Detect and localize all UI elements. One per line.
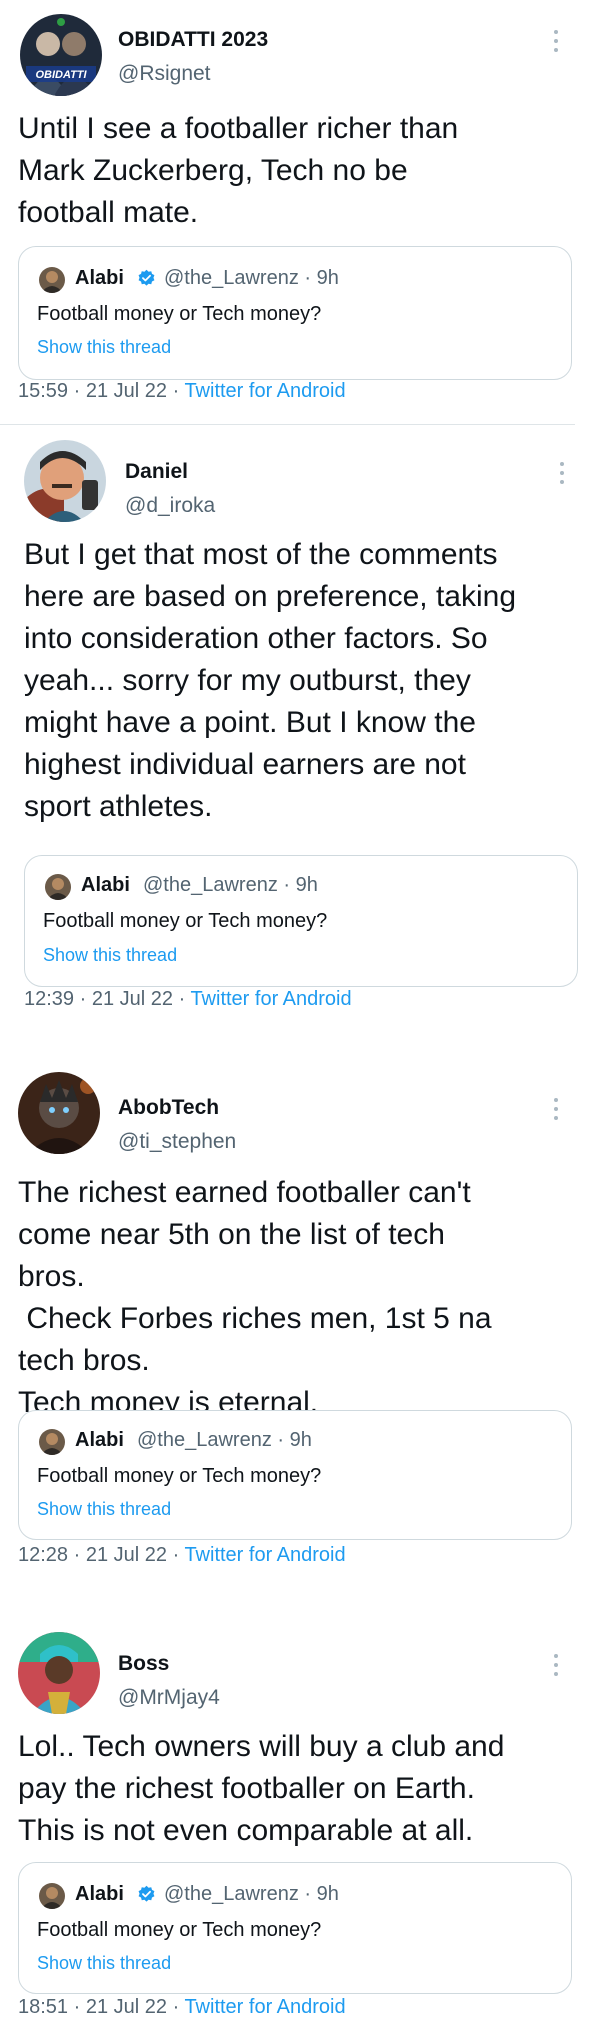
tweet-text: Lol.. Tech owners will buy a club and pa… (18, 1730, 505, 1847)
quoted-author-name: Alabi (75, 1883, 124, 1905)
quoted-text: Football money or Tech money? (37, 1465, 322, 1487)
tweet-date: 21 Jul 22 (85, 1996, 168, 2018)
tweet-daniel[interactable]: Daniel @d_iroka But I get that most of t… (0, 430, 600, 1020)
author-name[interactable]: Daniel (125, 460, 188, 484)
more-options-icon[interactable] (552, 1654, 560, 1682)
tweet-text: The richest earned footballer can't come… (18, 1176, 492, 1419)
avatar[interactable] (18, 1072, 100, 1154)
avatar-image (18, 1632, 100, 1714)
author-name[interactable]: OBIDATTI 2023 (118, 28, 268, 52)
tweet-source-link[interactable]: Twitter for Android (184, 1996, 345, 2018)
quoted-avatar (39, 1883, 65, 1909)
tweet-time: 12:28 (18, 1544, 69, 1566)
avatar-image (24, 440, 106, 522)
tweet-source-link[interactable]: Twitter for Android (184, 1544, 345, 1566)
show-thread-link[interactable]: Show this thread (37, 337, 171, 358)
show-thread-link[interactable]: Show this thread (37, 1953, 171, 1974)
quoted-tweet[interactable]: Alabi @the_Lawrenz · 9h Football money o… (18, 246, 572, 380)
author-handle[interactable]: @d_iroka (125, 494, 215, 518)
verified-badge-icon (138, 269, 155, 286)
quoted-avatar (45, 874, 71, 900)
quoted-handle-time: @the_Lawrenz · 9h (164, 1883, 339, 1905)
quoted-handle-time: @the_Lawrenz · 9h (143, 874, 318, 896)
quoted-text: Football money or Tech money? (37, 1919, 322, 1941)
quoted-text: Football money or Tech money? (37, 303, 322, 325)
tweet-boss[interactable]: Boss @MrMjay4 Lol.. Tech owners will buy… (0, 1620, 600, 2036)
quoted-tweet[interactable]: Alabi @the_Lawrenz · 9h Football money o… (18, 1862, 572, 1994)
quoted-tweet[interactable]: Alabi @the_Lawrenz · 9h Football money o… (24, 855, 578, 987)
author-name[interactable]: Boss (118, 1652, 169, 1676)
quoted-tweet[interactable]: Alabi @the_Lawrenz · 9h Football money o… (18, 1410, 572, 1540)
divider (0, 424, 575, 425)
tweet-obidatti[interactable]: OBIDATTI OBIDATTI 2023 @Rsignet Until I … (0, 0, 600, 428)
author-name[interactable]: AbobTech (118, 1096, 219, 1120)
avatar[interactable] (18, 1632, 100, 1714)
tweet-abobtech[interactable]: AbobTech @ti_stephen The richest earned … (0, 1060, 600, 1590)
author-handle[interactable]: @MrMjay4 (118, 1686, 220, 1710)
tweet-text: Until I see a footballer richer than Mar… (18, 112, 459, 229)
show-thread-link[interactable]: Show this thread (43, 945, 177, 966)
show-thread-link[interactable]: Show this thread (37, 1499, 171, 1520)
tweet-source-link[interactable]: Twitter for Android (190, 988, 351, 1010)
quoted-avatar (39, 267, 65, 293)
quoted-author-name: Alabi (75, 1429, 124, 1451)
quoted-text: Football money or Tech money? (43, 910, 328, 932)
tweet-meta: 12:28 · 21 Jul 22 · Twitter for Android (18, 1544, 346, 1566)
tweet-date: 21 Jul 22 (85, 1544, 168, 1566)
quoted-handle-time: @the_Lawrenz · 9h (137, 1429, 312, 1451)
tweet-meta: 12:39 · 21 Jul 22 · Twitter for Android (24, 988, 352, 1010)
quoted-author-name: Alabi (75, 267, 124, 289)
verified-badge-icon (138, 1885, 155, 1902)
tweet-text: But I get that most of the comments here… (24, 538, 516, 823)
quoted-avatar (39, 1429, 65, 1455)
quoted-author-name: Alabi (81, 874, 130, 896)
tweet-time: 12:39 (24, 988, 75, 1010)
more-options-icon[interactable] (552, 1098, 560, 1126)
avatar-image (18, 1072, 100, 1154)
tweet-meta: 15:59 · 21 Jul 22 · Twitter for Android (18, 380, 346, 402)
tweet-time: 15:59 (18, 380, 69, 402)
avatar-image: OBIDATTI (20, 14, 102, 96)
tweet-time: 18:51 (18, 1996, 69, 2018)
tweet-date: 21 Jul 22 (91, 988, 174, 1010)
avatar-logo-text: OBIDATTI (35, 69, 87, 81)
author-handle[interactable]: @Rsignet (118, 62, 211, 86)
author-handle[interactable]: @ti_stephen (118, 1130, 236, 1154)
avatar[interactable]: OBIDATTI (20, 14, 102, 96)
more-options-icon[interactable] (552, 30, 560, 58)
more-options-icon[interactable] (558, 462, 566, 490)
tweet-date: 21 Jul 22 (85, 380, 168, 402)
avatar[interactable] (24, 440, 106, 522)
tweet-meta: 18:51 · 21 Jul 22 · Twitter for Android (18, 1996, 346, 2018)
quoted-handle-time: @the_Lawrenz · 9h (164, 267, 339, 289)
tweet-source-link[interactable]: Twitter for Android (184, 380, 345, 402)
